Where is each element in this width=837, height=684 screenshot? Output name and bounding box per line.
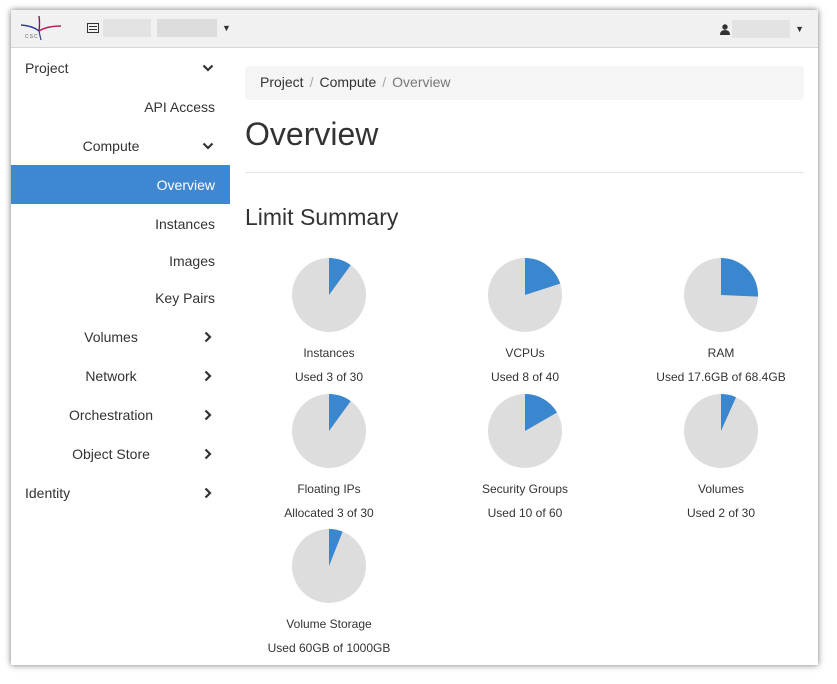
breadcrumb-separator: / [309,74,314,90]
sidebar-item-project[interactable]: Project [11,48,230,87]
limit-card-ram: RAM Used 17.6GB of 68.4GB [626,258,816,384]
sidebar-item-identity[interactable]: Identity [11,473,230,512]
sidebar-item-compute[interactable]: Compute [11,126,230,165]
logo-text: CSC [25,34,39,40]
sidebar-item-label: Orchestration [68,407,154,423]
usage-pie-chart [488,394,562,468]
sidebar-item-images[interactable]: Images [11,241,230,279]
breadcrumb-current: Overview [392,74,451,90]
usage-pie-chart [292,394,366,468]
limit-usage: Used 17.6GB of 68.4GB [656,370,786,384]
breadcrumb-separator: / [382,74,387,90]
sidebar-item-label: API Access [144,99,215,115]
limit-label: Floating IPs [297,482,361,496]
limit-label: RAM [707,346,735,360]
limit-label: Volumes [697,482,745,496]
limit-usage: Used 3 of 30 [294,370,364,384]
sidebar-item-label: Network [85,368,137,384]
sidebar-item-label: Compute [82,138,140,154]
pie-used-slice [721,258,758,297]
chevron-right-icon [204,331,212,343]
sidebar-item-label: Object Store [72,446,150,462]
sidebar-item-label: Key Pairs [155,290,215,306]
chevron-right-icon [204,487,212,499]
breadcrumb: Project / Compute / Overview [245,66,804,100]
sidebar-item-api-access[interactable]: API Access [11,87,230,126]
sidebar-item-label: Overview [156,177,215,193]
chevron-right-icon [204,370,212,382]
limit-label: Volume Storage [286,617,372,631]
limit-card-volume-storage: Volume Storage Used 60GB of 1000GB [234,529,424,655]
sidebar: Project API Access Compute Overview Inst… [11,48,230,512]
limit-usage: Used 60GB of 1000GB [267,641,391,655]
sidebar-item-network[interactable]: Network [11,356,230,395]
limit-label: Instances [303,346,355,360]
sidebar-item-label: Volumes [84,329,138,345]
username-redacted [732,20,791,38]
sidebar-item-label: Images [169,253,215,269]
limit-usage: Used 2 of 30 [686,506,756,520]
chevron-down-icon [202,142,214,150]
project-name-redacted [103,19,151,37]
usage-pie-chart [292,529,366,603]
chevron-down-icon [202,64,214,72]
chevron-down-icon: ▼ [795,24,804,34]
sidebar-item-label: Identity [25,485,71,501]
chevron-down-icon: ▼ [222,23,231,33]
sidebar-item-label: Instances [155,216,215,232]
section-title: Limit Summary [245,204,399,230]
server-list-icon [87,23,99,33]
limit-label: Security Groups [481,482,569,496]
sidebar-item-key-pairs[interactable]: Key Pairs [11,279,230,317]
limit-label: VCPUs [505,346,545,360]
limit-usage: Allocated 3 of 30 [284,506,374,520]
limit-card-instances: Instances Used 3 of 30 [234,258,424,384]
user-menu[interactable]: ▼ [720,20,804,38]
breadcrumb-project[interactable]: Project [260,74,304,90]
user-icon [720,23,731,35]
sidebar-item-label: Project [25,60,69,76]
usage-pie-chart [684,394,758,468]
breadcrumb-compute[interactable]: Compute [319,74,376,90]
sidebar-item-volumes[interactable]: Volumes [11,317,230,356]
usage-pie-chart [292,258,366,332]
domain-name-redacted [157,19,217,37]
top-navbar: CSC ▼ ▼ [11,10,818,48]
chevron-right-icon [204,448,212,460]
sidebar-item-overview[interactable]: Overview [11,165,230,204]
limit-usage: Used 10 of 60 [487,506,563,520]
chevron-right-icon [204,409,212,421]
limit-card-security-groups: Security Groups Used 10 of 60 [430,394,620,520]
divider [245,172,804,173]
sidebar-item-orchestration[interactable]: Orchestration [11,395,230,434]
browser-window: CSC ▼ ▼ Project API Access Compute Overv… [11,10,818,665]
page-title: Overview [245,116,379,152]
project-selector[interactable]: ▼ [87,18,231,38]
usage-pie-chart [684,258,758,332]
limit-card-vcpus: VCPUs Used 8 of 40 [430,258,620,384]
usage-pie-chart [488,258,562,332]
sidebar-item-object-store[interactable]: Object Store [11,434,230,473]
limit-usage: Used 8 of 40 [490,370,560,384]
sidebar-item-instances[interactable]: Instances [11,204,230,241]
limit-card-floating-ips: Floating IPs Allocated 3 of 30 [234,394,424,520]
limit-card-volumes: Volumes Used 2 of 30 [626,394,816,520]
